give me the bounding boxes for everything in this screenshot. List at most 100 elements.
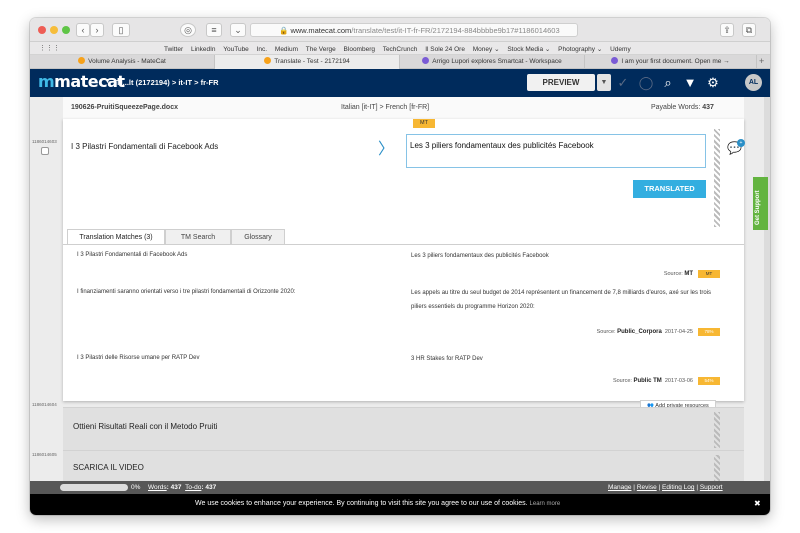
get-support-button[interactable]: Get Support [753, 177, 768, 230]
todo-link[interactable]: To-do [185, 484, 201, 491]
app-header: mmatecat ▼ Tl...lt (2172194) > it-IT > f… [30, 69, 770, 97]
target-text-editor[interactable]: Les 3 piliers fondamentaux des publicité… [406, 134, 706, 168]
source-text[interactable]: I 3 Pilastri Fondamentali di Facebook Ad… [71, 142, 218, 151]
back-icon[interactable]: ‹ [76, 23, 90, 37]
search-icon[interactable]: ⌕ [660, 75, 676, 91]
translation-panel: Translation Matches (3) TM Search Glossa… [63, 229, 744, 401]
match-source-label: Source: [612, 378, 632, 384]
bookmark-twitter[interactable]: Twitter [164, 46, 183, 53]
bookmark-udemy[interactable]: Udemy [610, 46, 631, 53]
bookmark-il-sole[interactable]: Il Sole 24 Ore [425, 46, 465, 53]
matecat-favicon-icon [78, 57, 86, 64]
segment-gutter: 1186014603 1186014604 1186014605 [30, 97, 63, 481]
gear-icon[interactable]: ⚙ [705, 75, 721, 91]
logo-text: matecat [54, 72, 125, 91]
bookmark-bloomberg[interactable]: Bloomberg [344, 46, 375, 53]
scrollbar[interactable] [764, 97, 770, 481]
minimize-window-icon[interactable] [50, 26, 58, 34]
breadcrumb[interactable]: Tl...lt (2172194) > it-IT > fr-FR [116, 78, 219, 87]
segment-row[interactable]: SCARICA IL VIDEO [63, 450, 744, 482]
grid-icon[interactable]: ⋮⋮⋮ [39, 44, 60, 52]
match-provider: Public TM [633, 378, 662, 384]
privacy-icon[interactable]: ◎ [180, 23, 196, 37]
filter-icon[interactable]: ▼ [682, 75, 698, 91]
list-item[interactable]: I 3 Pilastri Fondamentali di Facebook Ad… [63, 249, 744, 279]
segment-row[interactable]: Ottieni Risultati Reali con il Metodo Pr… [63, 407, 744, 450]
chevron-down-icon[interactable]: ▼ [104, 78, 111, 85]
progress-percent: 0% [131, 484, 141, 491]
editing-log-link[interactable]: Editing Log [662, 484, 695, 491]
bookmark-medium[interactable]: Medium [275, 46, 298, 53]
matecat-logo[interactable]: mmatecat [38, 72, 125, 91]
new-tab-icon[interactable]: + [759, 56, 764, 66]
bookmark-the-verge[interactable]: The Verge [306, 46, 336, 53]
bookmark-photography[interactable]: Photography ⌄ [558, 46, 602, 53]
segment-source-text: Ottieni Risultati Reali con il Metodo Pr… [73, 422, 218, 431]
forward-icon[interactable]: › [90, 23, 104, 37]
preview-button[interactable]: PREVIEW [527, 74, 595, 91]
learn-more-link[interactable]: Learn more [530, 501, 561, 507]
cookie-banner: We use cookies to enhance your experienc… [30, 494, 770, 515]
check-circle-icon[interactable]: ✓ [615, 75, 631, 91]
segment-number: 1186014603 [32, 139, 57, 144]
segment-number: 1186014605 [32, 452, 57, 457]
tab-glossary[interactable]: Glossary [231, 229, 285, 244]
bookmark-linkedin[interactable]: LinkedIn [191, 46, 216, 53]
share-icon[interactable]: ⇪ [720, 23, 734, 37]
url-path: /translate/test/it-IT-fr-FR/2172194-884b… [351, 26, 560, 35]
manage-link[interactable]: Manage [608, 484, 632, 491]
copy-source-arrow-icon[interactable]: 〉 [378, 135, 394, 159]
zoom-window-icon[interactable] [62, 26, 70, 34]
bookmark-techcrunch[interactable]: TechCrunch [383, 46, 418, 53]
match-score-badge: MT [698, 270, 720, 278]
comment-icon[interactable]: ◯ [638, 75, 654, 91]
close-window-icon[interactable] [38, 26, 46, 34]
match-source: I 3 Pilastri Fondamentali di Facebook Ad… [77, 252, 188, 258]
tab-translate-test[interactable]: Translate - Test - 2172194 [215, 55, 400, 69]
match-source-label: Source: [596, 329, 616, 335]
cookie-text: We use cookies to enhance your experienc… [195, 500, 528, 507]
payable-words-value: 437 [702, 104, 714, 111]
tabs-overview-icon[interactable]: ⧉ [742, 23, 756, 37]
payable-words-label: Payable Words: [651, 104, 701, 111]
match-meta: Source: MT MT [664, 270, 720, 278]
matches-list: I 3 Pilastri Fondamentali di Facebook Ad… [63, 244, 744, 401]
words-link[interactable]: Words [148, 484, 167, 491]
match-date: 2017-04-25 [664, 329, 693, 335]
status-footer: 0% Words: 437 To-do: 437 Manage | Revise… [30, 481, 770, 494]
footer-links: Manage | Revise | Editing Log | Support [608, 484, 723, 491]
avatar[interactable]: AL [745, 74, 762, 91]
tab-tm-search[interactable]: TM Search [165, 229, 231, 244]
bookmark-youtube[interactable]: YouTube [223, 46, 249, 53]
tab-volume-analysis[interactable]: Volume Analysis - MateCat [30, 55, 215, 69]
add-comment-icon[interactable]: + [737, 139, 745, 147]
match-target: Les appels au titre du seul budget de 20… [411, 290, 711, 310]
tab-smartcat[interactable]: Arrigo Lupori explores Smartcat - Worksp… [400, 55, 585, 69]
revise-link[interactable]: Revise [637, 484, 657, 491]
segment-checkbox[interactable] [41, 147, 49, 155]
cookie-text-row: We use cookies to enhance your experienc… [195, 500, 560, 507]
bookmark-money[interactable]: Money ⌄ [473, 46, 500, 53]
bookmark-inc[interactable]: Inc. [257, 46, 267, 53]
pocket-icon[interactable]: ⌄ [230, 23, 246, 37]
get-support-label: Get Support [755, 190, 761, 225]
logo-mark-icon: m [38, 72, 55, 91]
preview-dropdown-icon[interactable]: ▼ [597, 74, 611, 91]
browser-tabs: Volume Analysis - MateCat Translate - Te… [30, 55, 770, 69]
close-icon[interactable]: ✖ [754, 499, 761, 508]
bookmark-stock-media[interactable]: Stock Media ⌄ [507, 46, 550, 53]
list-item[interactable]: I 3 Pilastri delle Risorse umane per RAT… [63, 349, 744, 389]
list-item[interactable]: I finanziamenti saranno orientati verso … [63, 283, 744, 345]
url-bar[interactable]: 🔒 www.matecat.com/translate/test/it-IT-f… [250, 23, 578, 37]
browser-toolbar: ‹ › ▯ ◎ ≡ ⌄ 🔒 www.matecat.com/translate/… [30, 18, 770, 42]
editor-area: 1186014603 1186014604 1186014605 190626-… [30, 97, 770, 482]
translated-button[interactable]: TRANSLATED [633, 180, 706, 198]
sidebar-icon[interactable]: ▯ [112, 23, 130, 37]
match-score-badge: 54% [698, 377, 720, 385]
smartcat-favicon-icon [422, 57, 430, 64]
match-source: I 3 Pilastri delle Risorse umane per RAT… [77, 355, 200, 361]
tab-translation-matches[interactable]: Translation Matches (3) [67, 229, 165, 244]
support-link[interactable]: Support [700, 484, 723, 491]
tab-first-document[interactable]: I am your first document. Open me → [585, 55, 757, 69]
reader-icon[interactable]: ≡ [206, 23, 222, 37]
